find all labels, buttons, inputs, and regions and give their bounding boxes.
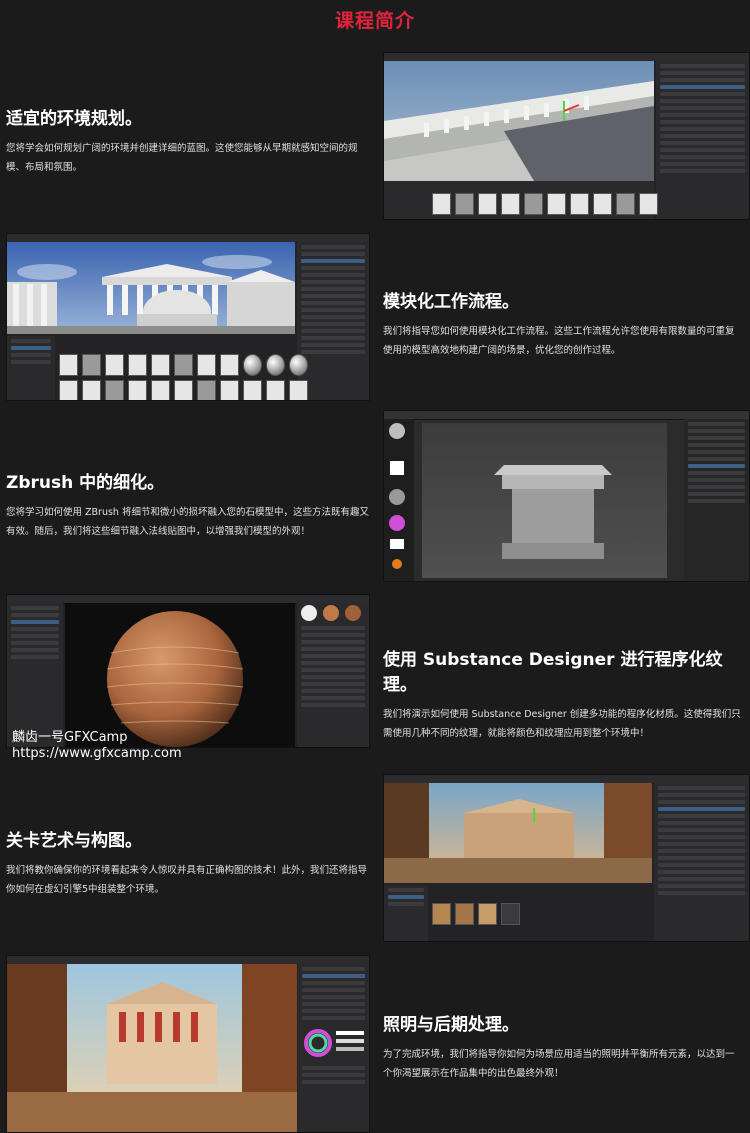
- material-thumbnails: [301, 605, 361, 621]
- viewport-image: [384, 783, 652, 883]
- watermark-line2: https://www.gfxcamp.com: [12, 746, 182, 761]
- section-heading: Zbrush 中的细化。: [6, 473, 165, 493]
- screenshot-zbrush: [383, 410, 750, 582]
- viewport-image: [7, 242, 295, 334]
- zbrush-canvas: [422, 423, 667, 578]
- watermark-line1: 麟齿一号GFXCamp: [12, 730, 128, 745]
- section-body: 为了完成环境，我们将指导你如何为场景应用适当的照明并平衡所有元素，以达到一个你渴…: [383, 1049, 735, 1079]
- section-zbrush: Zbrush 中的细化。 您将学习如何使用 ZBrush 将细节和微小的损坏融入…: [6, 468, 371, 541]
- section-body: 我们将指导您如何使用模块化工作流程。这些工作流程允许您使用有限数量的可重复使用的…: [383, 326, 735, 356]
- page-title: 课程简介: [334, 10, 415, 32]
- section-body: 您将学习如何使用 ZBrush 将细节和微小的损坏融入您的石模型中，这些方法既有…: [6, 507, 369, 537]
- screenshot-substance: [6, 594, 370, 748]
- screenshot-level-art: [383, 774, 750, 942]
- section-heading: 使用 Substance Designer 进行程序化纹理。: [383, 650, 723, 695]
- material-preview: [65, 603, 295, 747]
- section-lighting: 照明与后期处理。 为了完成环境，我们将指导你如何为场景应用适当的照明并平衡所有元…: [383, 1010, 743, 1083]
- viewport-image: [7, 964, 297, 1132]
- section-planning: 适宜的环境规划。 您将学会如何规划广阔的环境并创建详细的蓝图。这使您能够从早期就…: [6, 104, 371, 177]
- section-body: 您将学会如何规划广阔的环境并创建详细的蓝图。这使您能够从早期就感知空间的规模、布…: [6, 143, 358, 173]
- color-wheel: [304, 1029, 364, 1057]
- watermark: 麟齿一号GFXCamp https://www.gfxcamp.com: [12, 730, 182, 762]
- section-level-art: 关卡艺术与构图。 我们将教你确保你的环境看起来令人惊叹并具有正确构图的技术！此外…: [6, 826, 371, 899]
- section-substance: 使用 Substance Designer 进行程序化纹理。 我们将演示如何使用…: [383, 645, 743, 743]
- section-heading: 关卡艺术与构图。: [6, 831, 142, 851]
- section-body: 我们将教你确保你的环境看起来令人惊叹并具有正确构图的技术！此外，我们还将指导你如…: [6, 865, 368, 895]
- screenshot-lighting: [6, 955, 370, 1133]
- section-heading: 模块化工作流程。: [383, 292, 519, 312]
- section-modular: 模块化工作流程。 我们将指导您如何使用模块化工作流程。这些工作流程允许您使用有限…: [383, 287, 743, 360]
- viewport-image: [384, 61, 654, 181]
- zbrush-tool-palette: [389, 423, 405, 569]
- section-heading: 照明与后期处理。: [383, 1015, 519, 1035]
- section-body: 我们将演示如何使用 Substance Designer 创建多功能的程序化材质…: [383, 709, 741, 739]
- screenshot-planning: [383, 52, 750, 220]
- section-heading: 适宜的环境规划。: [6, 109, 142, 129]
- screenshot-modular: [6, 233, 370, 401]
